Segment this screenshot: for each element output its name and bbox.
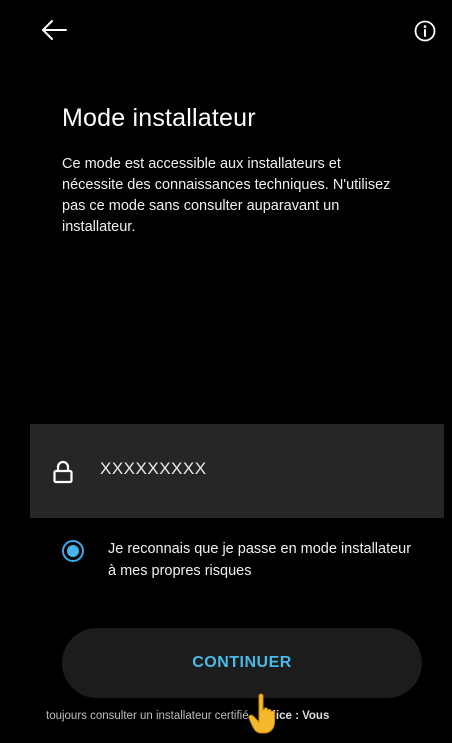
installer-password-field[interactable]: XXXXXXXXX (30, 424, 444, 518)
continue-button[interactable]: CONTINUER (62, 628, 422, 698)
password-value[interactable]: XXXXXXXXX (100, 459, 207, 479)
radio-selected-dot (67, 545, 79, 557)
consent-radio[interactable] (62, 540, 84, 562)
back-button[interactable] (36, 12, 72, 48)
page-description: Ce mode est accessible aux installateurs… (62, 156, 391, 235)
installer-mode-screen: Mode installateur Ce mode est accessible… (0, 0, 452, 743)
consent-label: Je reconnais que je passe en mode instal… (108, 541, 412, 579)
ticker-hint-label: Indice : Vous (258, 710, 330, 722)
ticker-text: toujours consulter un installateur certi… (46, 710, 249, 722)
page-title: Mode installateur (62, 104, 256, 132)
hint-ticker: toujours consulter un installateur certi… (0, 706, 452, 728)
ticker-content: toujours consulter un installateur certi… (46, 710, 329, 722)
info-button[interactable] (410, 16, 440, 46)
top-bar (0, 0, 452, 64)
info-circle-icon (414, 20, 436, 42)
arrow-left-icon (42, 20, 67, 40)
risk-consent-option[interactable]: Je reconnais que je passe en mode instal… (58, 536, 418, 592)
lock-icon (53, 460, 73, 484)
